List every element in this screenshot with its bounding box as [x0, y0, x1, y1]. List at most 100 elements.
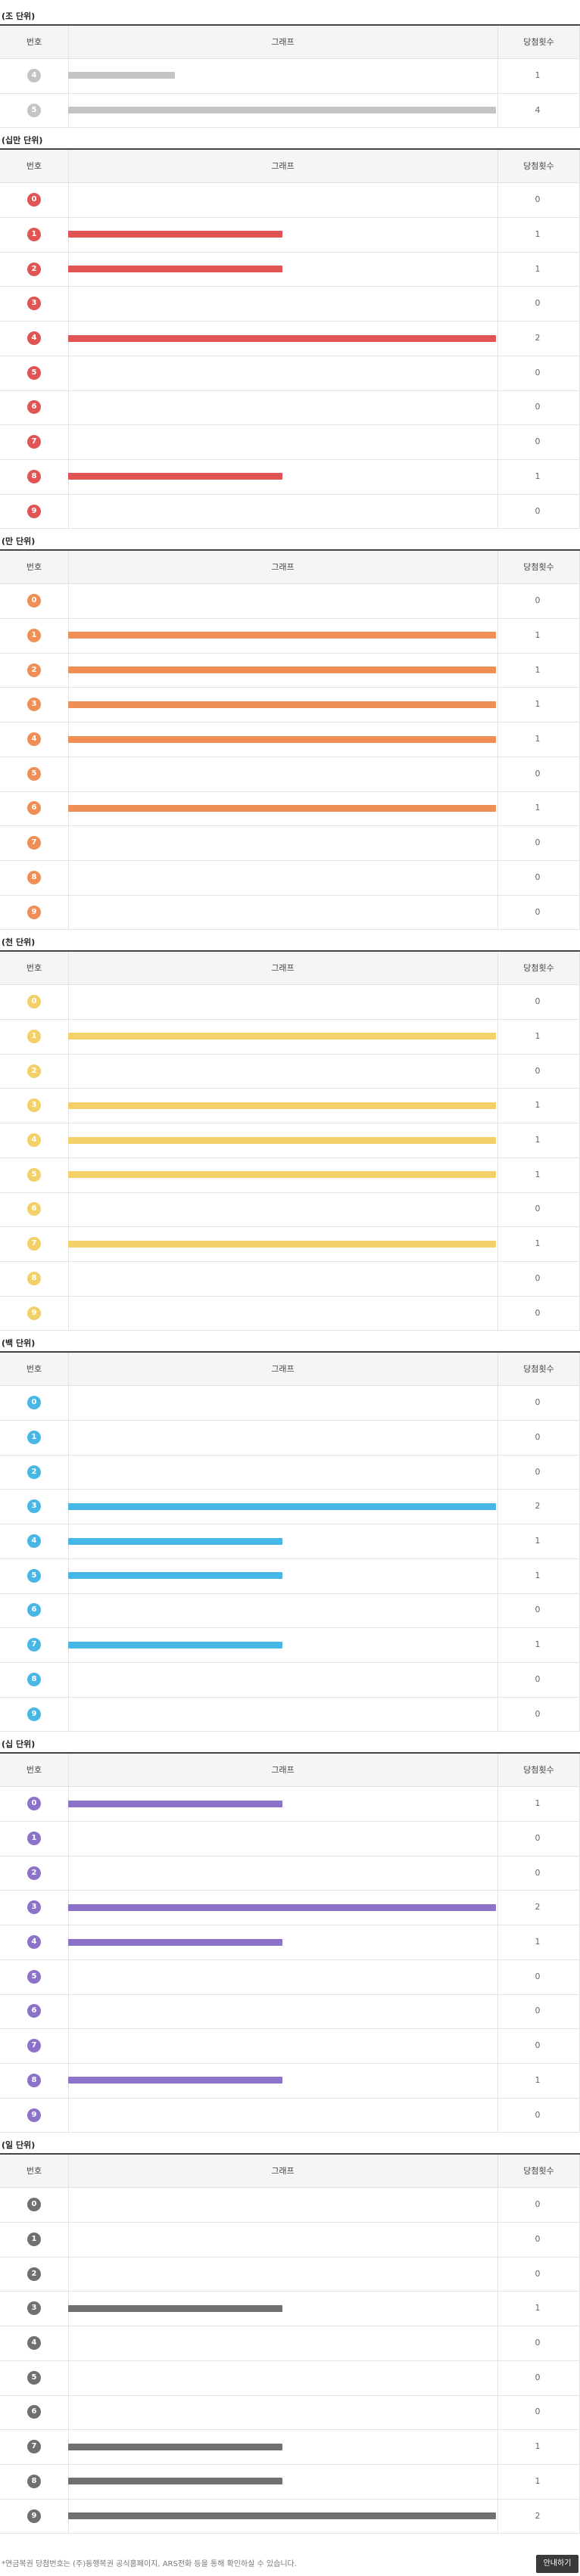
table-row: 54 — [0, 93, 580, 129]
header-graph: 그래프 — [271, 1364, 295, 1375]
header-number: 번호 — [26, 1364, 42, 1375]
win-count: 1 — [535, 1238, 541, 1249]
number-ball: 6 — [27, 2405, 41, 2419]
frequency-bar — [68, 266, 282, 273]
win-count: 0 — [535, 2372, 541, 2382]
win-count: 2 — [535, 2510, 541, 2521]
number-ball: 0 — [27, 1797, 41, 1811]
frequency-bar — [68, 1102, 496, 1109]
table-row: 41 — [0, 1925, 580, 1960]
number-ball: 0 — [27, 995, 41, 1009]
table-row: 60 — [0, 1192, 580, 1228]
table-row: 20 — [0, 2257, 580, 2292]
header-number: 번호 — [26, 37, 42, 47]
win-count: 1 — [535, 70, 541, 80]
header-count: 당첨횟수 — [523, 562, 554, 573]
win-count: 0 — [535, 1832, 541, 1843]
table-row: 81 — [0, 2063, 580, 2099]
table-row: 00 — [0, 1385, 580, 1422]
number-ball: 6 — [27, 1202, 41, 1217]
header-count: 당첨횟수 — [523, 1364, 554, 1375]
win-count: 0 — [535, 768, 541, 778]
win-count: 1 — [535, 2441, 541, 2452]
win-count: 0 — [535, 2040, 541, 2051]
frequency-bar — [68, 1903, 496, 1911]
win-count: 0 — [535, 2199, 541, 2210]
win-count: 0 — [535, 2233, 541, 2244]
number-ball: 1 — [27, 1029, 41, 1043]
frequency-bar — [68, 1572, 282, 1580]
number-ball: 3 — [27, 1900, 41, 1915]
frequency-bar — [68, 2304, 282, 2312]
table-row: 20 — [0, 1054, 580, 1089]
win-count: 0 — [535, 437, 541, 447]
header-number: 번호 — [26, 2166, 42, 2177]
table-row: 71 — [0, 1226, 580, 1262]
win-count: 0 — [535, 906, 541, 917]
number-ball: 8 — [27, 2474, 41, 2488]
number-ball: 2 — [27, 663, 41, 677]
table-row: 32 — [0, 1890, 580, 1926]
section-title: (백 단위) — [2, 1338, 36, 1349]
win-count: 0 — [535, 1466, 541, 1477]
number-ball: 1 — [27, 1430, 41, 1444]
number-ball: 3 — [27, 1098, 41, 1113]
number-ball: 5 — [27, 1969, 41, 1984]
frequency-bar — [68, 2443, 282, 2450]
frequency-bar — [68, 72, 176, 79]
table-row: 90 — [0, 1697, 580, 1732]
section-title: (십 단위) — [2, 1739, 36, 1750]
table-row: 20 — [0, 1455, 580, 1490]
win-count: 1 — [535, 1798, 541, 1809]
frequency-bar — [68, 735, 496, 743]
win-count: 0 — [535, 1431, 541, 1442]
table-row: 01 — [0, 1786, 580, 1822]
header-graph: 그래프 — [271, 963, 295, 974]
table-row: 71 — [0, 1627, 580, 1663]
win-count: 0 — [535, 1204, 541, 1214]
table-row: 90 — [0, 494, 580, 530]
table-row: 21 — [0, 252, 580, 287]
win-count: 0 — [535, 2109, 541, 2120]
win-count: 1 — [535, 699, 541, 710]
table-header: 번호 그래프 당첨횟수 — [0, 26, 580, 59]
win-count: 1 — [535, 471, 541, 481]
table-row: 90 — [0, 1296, 580, 1332]
win-count: 0 — [535, 2338, 541, 2348]
number-ball: 4 — [27, 1133, 41, 1148]
header-graph: 그래프 — [271, 562, 295, 573]
win-count: 1 — [535, 2303, 541, 2313]
table-row: 51 — [0, 1157, 580, 1193]
header-count: 당첨횟수 — [523, 963, 554, 974]
win-count: 0 — [535, 595, 541, 606]
number-ball: 7 — [27, 1237, 41, 1251]
number-ball: 0 — [27, 2198, 41, 2212]
number-ball: 8 — [27, 870, 41, 884]
number-ball: 2 — [27, 1465, 41, 1479]
table-row: 60 — [0, 390, 580, 426]
table-row: 21 — [0, 653, 580, 688]
number-ball: 5 — [27, 103, 41, 117]
table-row: 60 — [0, 1593, 580, 1629]
win-count: 1 — [535, 803, 541, 813]
number-ball: 2 — [27, 2267, 41, 2281]
table-row: 31 — [0, 1088, 580, 1124]
win-count: 1 — [535, 263, 541, 274]
win-count: 0 — [535, 1397, 541, 1408]
number-ball: 1 — [27, 628, 41, 642]
win-count: 0 — [535, 194, 541, 205]
section-title: (만 단위) — [2, 536, 36, 547]
header-count: 당첨횟수 — [523, 161, 554, 172]
win-count: 0 — [535, 1867, 541, 1878]
table-row: 00 — [0, 583, 580, 620]
frequency-bar — [68, 1938, 282, 1946]
win-count: 2 — [535, 1501, 541, 1512]
table-row: 80 — [0, 1662, 580, 1698]
guide-button[interactable]: 안내하기 — [536, 2555, 578, 2573]
win-count: 2 — [535, 333, 541, 343]
table-row: 41 — [0, 1524, 580, 1559]
number-ball: 6 — [27, 801, 41, 816]
table-row: 10 — [0, 1420, 580, 1456]
table-row: 31 — [0, 687, 580, 723]
table-row: 70 — [0, 825, 580, 861]
